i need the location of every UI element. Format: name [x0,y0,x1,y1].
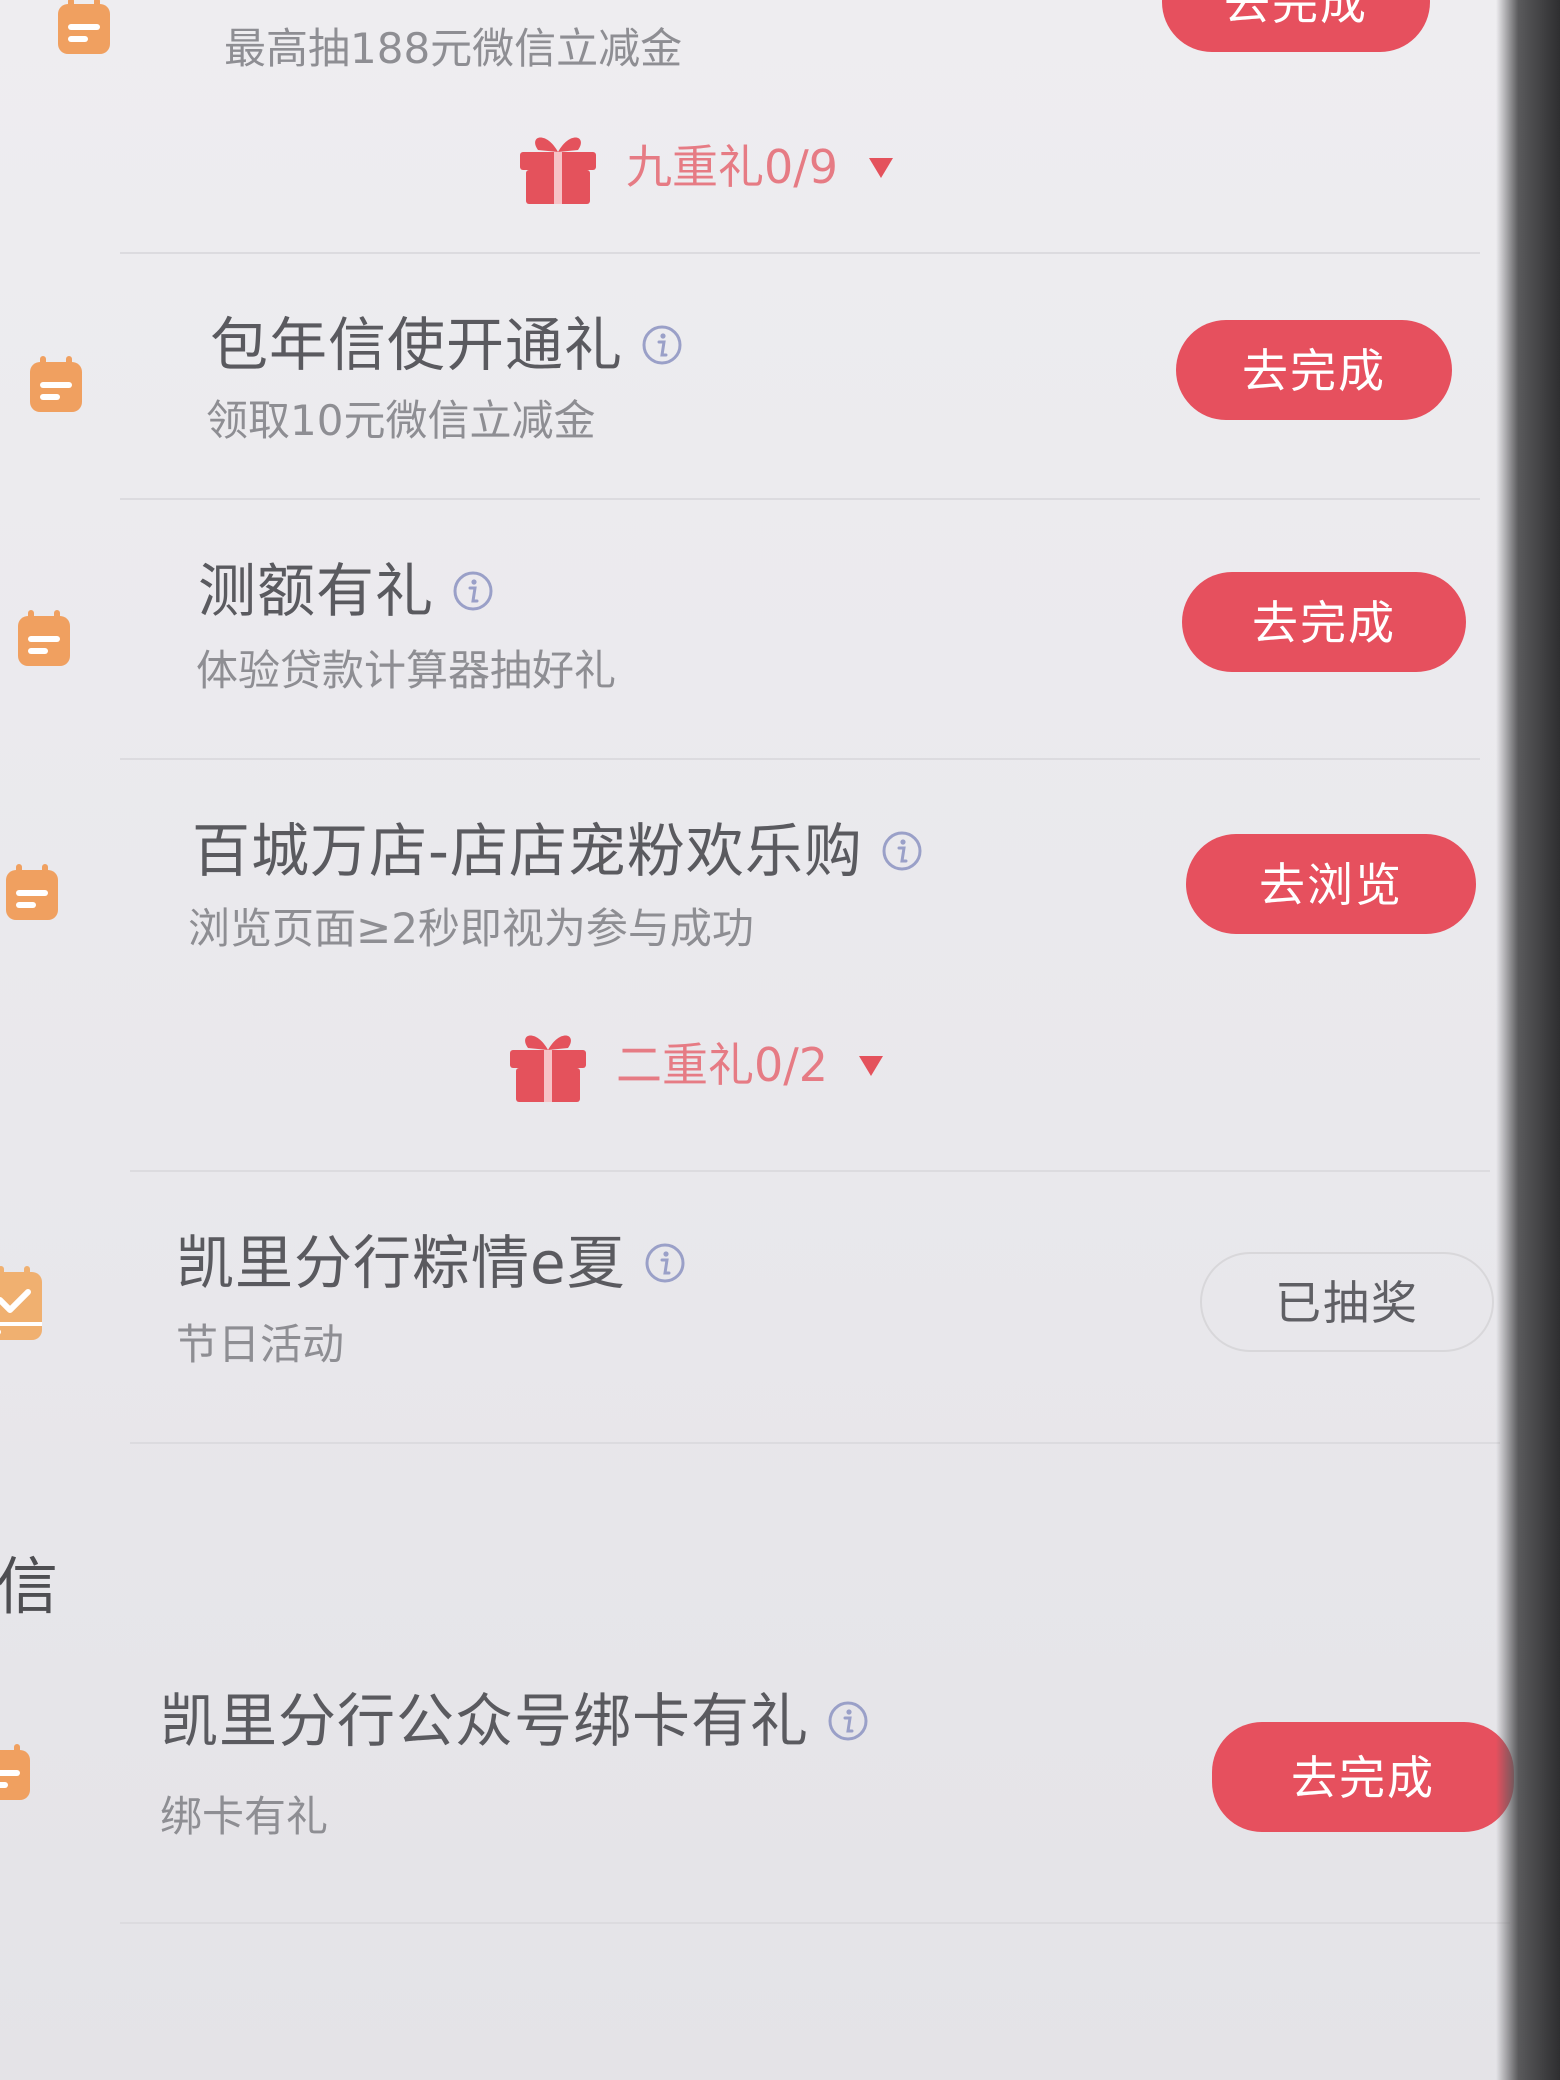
calendar-check-icon [0,1264,46,1348]
divider [130,1442,1500,1444]
browse-button[interactable]: 去浏览 [1186,834,1476,934]
info-icon[interactable] [644,1242,686,1284]
info-icon[interactable] [641,324,683,366]
gift-progress-two[interactable]: 二重礼0/2 [506,1026,886,1104]
task-subtitle: 节日活动 [176,1320,345,1369]
task-title-text: 凯里分行公众号绑卡有礼 [160,1687,810,1755]
info-icon[interactable] [452,570,494,612]
chevron-down-icon [866,152,896,182]
task-title-text: 凯里分行粽情e夏 [176,1229,626,1297]
complete-button[interactable]: 去完成 [1212,1722,1514,1832]
task-subtitle: 领取10元微信立减金 [206,396,596,445]
task-row-4: 凯里分行粽情e夏 节日活动 已抽奖 [0,1172,1496,1442]
complete-button[interactable]: 去完成 [1162,0,1430,52]
gift-progress-label: 二重礼0/2 [616,1038,829,1092]
calendar-icon [12,608,76,672]
complete-button[interactable]: 去完成 [1182,572,1466,672]
gift-box-icon [516,128,600,206]
task-row-3: 百城万店-店店宠粉欢乐购 浏览页面≥2秒即视为参与成功 去浏览 [0,760,1496,1170]
calendar-icon [0,862,64,926]
info-icon[interactable] [881,830,923,872]
task-title-text: 测额有礼 [198,557,435,625]
chevron-down-icon [856,1050,886,1080]
task-subtitle: 体验贷款计算器抽好礼 [196,646,617,695]
screen-edge [1496,0,1560,2080]
task-title: 凯里分行粽情e夏 [176,1234,686,1292]
task-subtitle: 绑卡有礼 [160,1792,329,1841]
calendar-icon [24,354,88,418]
complete-button[interactable]: 去完成 [1176,320,1452,420]
task-title-text: 百城万店-店店宠粉欢乐购 [192,817,863,885]
calendar-icon [52,0,116,60]
gift-box-icon [506,1026,590,1104]
task-row-5: 凯里分行公众号绑卡有礼 绑卡有礼 去完成 [0,1660,1514,1920]
calendar-icon [0,1742,36,1806]
section-header-fragment: 信 [0,1550,59,1623]
task-subtitle: 浏览页面≥2秒即视为参与成功 [188,904,754,953]
task-list-page: 最高抽188元微信立减金 去完成 九重礼0/9 包年信使开通礼 领取10元微信立… [0,0,1560,2080]
gift-progress-nine[interactable]: 九重礼0/9 [516,128,896,206]
info-icon[interactable] [827,1700,869,1742]
task-row-2: 测额有礼 体验贷款计算器抽好礼 去完成 [0,500,1496,758]
task-subtitle: 最高抽188元微信立减金 [224,24,683,73]
task-title: 包年信使开通礼 [210,316,683,374]
task-row-1: 包年信使开通礼 领取10元微信立减金 去完成 [0,254,1496,498]
drawn-status-button[interactable]: 已抽奖 [1200,1252,1494,1352]
gift-progress-label: 九重礼0/9 [626,140,839,194]
task-title: 百城万店-店店宠粉欢乐购 [192,822,923,880]
task-title: 测额有礼 [198,562,494,620]
divider [120,1922,1510,1924]
task-title-text: 包年信使开通礼 [210,311,624,379]
task-title: 凯里分行公众号绑卡有礼 [160,1692,869,1750]
